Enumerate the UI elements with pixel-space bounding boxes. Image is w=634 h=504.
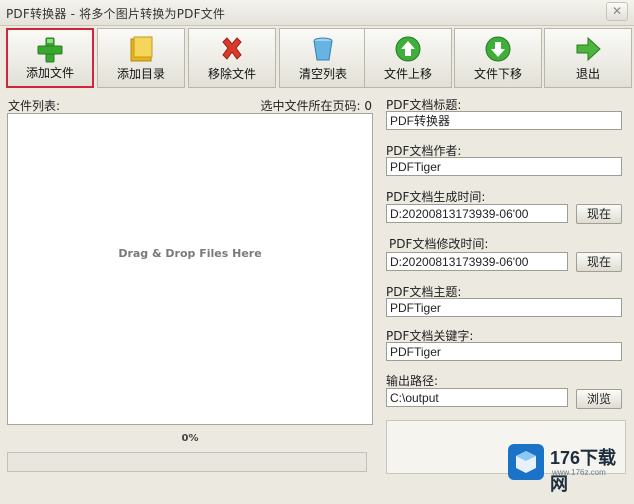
watermark-logo-icon <box>508 444 544 480</box>
file-list-label: 文件列表: <box>8 99 61 113</box>
window-title: PDF转换器 - 将多个图片转换为PDF文件 <box>6 7 226 21</box>
remove-x-icon <box>222 37 242 60</box>
clear-bucket-icon <box>313 37 333 61</box>
remove-file-label: 移除文件 <box>207 67 256 81</box>
subject-field[interactable] <box>386 298 622 317</box>
arrow-up-icon <box>395 36 421 62</box>
exit-button[interactable]: 退出 <box>544 28 632 88</box>
title-field[interactable] <box>386 111 622 130</box>
drop-hint: Drag & Drop Files Here <box>118 247 262 260</box>
toolbar: 添加文件 添加目录 移除文件 清空列表 文件上移 文件下移 退出 <box>0 26 634 90</box>
modified-time-field[interactable] <box>386 252 568 271</box>
close-button[interactable]: ✕ <box>606 2 628 21</box>
move-up-button[interactable]: 文件上移 <box>364 28 452 88</box>
created-time-label: PDF文档生成时间: <box>386 190 486 204</box>
add-file-button[interactable]: 添加文件 <box>6 28 94 88</box>
exit-label: 退出 <box>575 67 600 81</box>
output-path-field[interactable] <box>386 388 568 407</box>
add-folder-label: 添加目录 <box>116 67 165 81</box>
folder-icon <box>130 36 153 62</box>
browse-button[interactable]: 浏览 <box>576 389 622 409</box>
add-folder-button[interactable]: 添加目录 <box>97 28 185 88</box>
created-now-button[interactable]: 现在 <box>576 204 622 224</box>
exit-arrow-icon <box>576 36 601 62</box>
title-bar: PDF转换器 - 将多个图片转换为PDF文件 ✕ <box>0 0 634 26</box>
selected-page-label: 选中文件所在页码: 0 <box>260 99 373 113</box>
watermark-url: www.176z.com <box>552 468 606 477</box>
remove-file-button[interactable]: 移除文件 <box>188 28 276 88</box>
move-down-label: 文件下移 <box>473 67 522 81</box>
progress-bar <box>7 452 367 472</box>
progress-percent: 0% <box>181 433 199 444</box>
move-up-label: 文件上移 <box>383 67 432 81</box>
created-time-field[interactable] <box>386 204 568 223</box>
clear-list-label: 清空列表 <box>298 67 347 81</box>
modified-time-label: PDF文档修改时间: <box>389 237 489 251</box>
arrow-down-icon <box>485 36 511 62</box>
keywords-field[interactable] <box>386 342 622 361</box>
author-field[interactable] <box>386 157 622 176</box>
output-path-label: 输出路径: <box>386 374 439 388</box>
plus-icon <box>37 37 63 63</box>
watermark: 176下载网 www.176z.com <box>508 440 634 494</box>
move-down-button[interactable]: 文件下移 <box>454 28 542 88</box>
modified-now-button[interactable]: 现在 <box>576 252 622 272</box>
clear-list-button[interactable]: 清空列表 <box>279 28 367 88</box>
add-file-label: 添加文件 <box>25 66 74 80</box>
file-list[interactable]: Drag & Drop Files Here <box>7 113 373 425</box>
